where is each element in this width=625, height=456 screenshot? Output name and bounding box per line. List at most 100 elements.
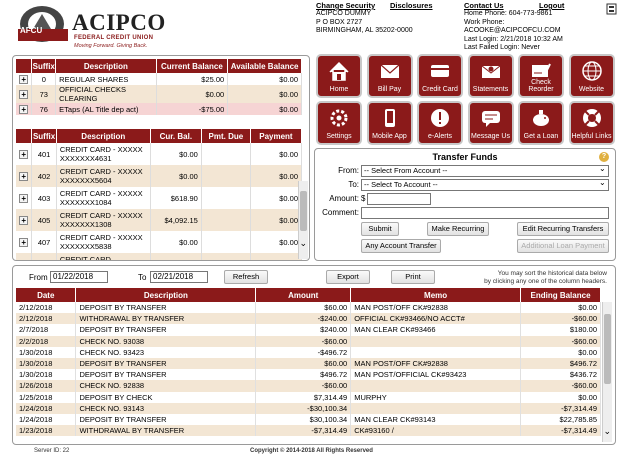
tile-mobile-app[interactable]: Mobile App	[366, 100, 413, 145]
tile-label: Helpful Links	[571, 132, 612, 140]
loan-row[interactable]: +403 CREDIT CARD - XXXXXXXXXXXX1084 $618.9…	[16, 187, 303, 209]
loans-header: Payment	[250, 129, 303, 143]
history-row[interactable]: 1/24/2018 CHECK NO. 93143 -$30,100.34 -$7,3…	[16, 402, 601, 414]
tile-home[interactable]: Home	[316, 54, 362, 98]
share-row[interactable]: +76 ETaps (AL Title dep act) -$75.00 $0.00	[16, 103, 302, 115]
history-date: 1/30/2018	[16, 369, 77, 381]
history-row[interactable]: 2/12/2018 DEPOSIT BY TRANSFER $60.00 MAN PO…	[16, 302, 601, 314]
share-current-balance: $0.00	[156, 85, 229, 103]
loan-balance: $0.00	[150, 231, 202, 253]
server-id: Server ID: 22	[34, 448, 70, 454]
share-row[interactable]: +0 REGULAR SHARES $25.00 $0.00	[16, 73, 302, 85]
history-date: 1/30/2018	[16, 357, 77, 370]
amount-input[interactable]	[367, 193, 431, 205]
to-account-select[interactable]: -- Select To Account --	[361, 179, 609, 191]
history-header-description[interactable]: Description	[75, 288, 257, 302]
loan-row[interactable]: +401 CREDIT CARD - XXXXXXXXXXXX4631 $0.00 $…	[16, 143, 303, 165]
expand-icon[interactable]: +	[19, 149, 29, 159]
expand-icon[interactable]: +	[19, 193, 29, 203]
chevron-down-icon[interactable]: ⌄	[603, 426, 611, 437]
history-scrollbar[interactable]	[602, 302, 612, 442]
alert-icon	[431, 108, 449, 127]
tile-statements[interactable]: Statements	[467, 54, 514, 98]
history-amount: -$496.72	[255, 346, 352, 358]
expand-header	[16, 129, 33, 143]
history-row[interactable]: 2/7/2018 DEPOSIT BY TRANSFER $240.00 MAN CL…	[16, 324, 601, 336]
history-memo: MAN POST/OFF CK#92838	[350, 357, 522, 370]
tile-bill-pay[interactable]: Bill Pay	[366, 54, 413, 98]
logout-link[interactable]: Logout	[539, 1, 564, 10]
loan-description: CREDIT CARD - XXXXXXXXXXXX1308	[56, 209, 151, 231]
history-row[interactable]: 2/2/2018 CHECK NO. 93038 -$60.00 -$60.00	[16, 335, 601, 347]
print-button[interactable]: Print	[391, 270, 435, 284]
copyright: Copyright © 2014-2018 All Rights Reserve…	[250, 448, 373, 454]
to-date-input[interactable]: 02/21/2018	[150, 271, 208, 283]
history-date: 1/30/2018	[16, 346, 77, 358]
expand-icon[interactable]: +	[19, 89, 29, 99]
sort-hint-line2: by clicking any one of the column header…	[484, 278, 607, 285]
history-date: 2/2/2018	[16, 335, 77, 347]
expand-icon[interactable]: +	[19, 74, 29, 84]
edit-recurring-button[interactable]: Edit Recurring Transfers	[517, 222, 609, 236]
loan-row[interactable]: CREDIT CARD	[16, 253, 303, 260]
disclosures-link[interactable]: Disclosures	[390, 1, 433, 10]
make-recurring-button[interactable]: Make Recurring	[427, 222, 489, 236]
comment-input[interactable]	[361, 207, 609, 219]
help-icon[interactable]: ?	[599, 152, 609, 162]
history-date: 2/12/2018	[16, 313, 77, 325]
print-icon[interactable]	[606, 3, 617, 15]
contact-us-link[interactable]: Contact Us	[464, 1, 504, 10]
history-row[interactable]: 1/30/2018 DEPOSIT BY TRANSFER $496.72 MAN P…	[16, 369, 601, 381]
logo-badge: AFCU	[20, 26, 43, 35]
tile-website[interactable]: Website	[568, 54, 615, 98]
history-memo: MAN POST/OFF CK#92838	[350, 302, 522, 314]
history-description: DEPOSIT BY CHECK	[75, 391, 257, 403]
share-description: OFFICIAL CHECKS CLEARING	[55, 85, 157, 103]
expand-icon[interactable]: +	[19, 104, 29, 114]
loan-payment	[250, 253, 303, 260]
loan-description: CREDIT CARD - XXXXXXXXXXXX5838	[56, 231, 151, 253]
loans-header: Pmt. Due	[201, 129, 251, 143]
history-memo	[350, 346, 522, 358]
from-date-input[interactable]: 01/22/2018	[50, 271, 108, 283]
tile-helpful-links[interactable]: Helpful Links	[568, 100, 615, 145]
any-account-transfer-button[interactable]: Any Account Transfer	[361, 239, 441, 253]
history-header-ending-balance[interactable]: Ending Balance	[520, 288, 601, 302]
last-failed-login: Last Failed Login: Never	[464, 44, 540, 52]
history-row[interactable]: 1/30/2018 DEPOSIT BY TRANSFER $60.00 MAN PO…	[16, 357, 601, 370]
loan-row[interactable]: +402 CREDIT CARD - XXXXXXXXXXXX5604 $0.00 $…	[16, 165, 303, 187]
history-header-amount[interactable]: Amount	[255, 288, 352, 302]
work-phone: Work Phone:	[464, 18, 505, 26]
tile-label: Get a Loan	[523, 132, 559, 140]
refresh-button[interactable]: Refresh	[224, 270, 268, 284]
tile-get-a-loan[interactable]: Get a Loan	[518, 100, 564, 145]
history-row[interactable]: 2/12/2018 WITHDRAWAL BY TRANSFER -$240.00 O…	[16, 313, 601, 325]
share-row[interactable]: +73 OFFICIAL CHECKS CLEARING $0.00 $0.00	[16, 85, 302, 103]
loan-row[interactable]: +405 CREDIT CARD - XXXXXXXXXXXX1308 $4,092…	[16, 209, 303, 231]
loan-description: CREDIT CARD - XXXXXXXXXXXX4631	[56, 143, 151, 165]
history-header-memo[interactable]: Memo	[350, 288, 522, 302]
tile-check-reorder[interactable]: Check Reorder	[518, 54, 564, 98]
submit-button[interactable]: Submit	[361, 222, 399, 236]
change-security-link[interactable]: Change Security	[316, 1, 375, 10]
tile-settings[interactable]: Settings	[316, 100, 362, 145]
history-row[interactable]: 1/23/2018 WITHDRAWAL BY TRANSFER -$7,314.4…	[16, 425, 601, 437]
expand-icon[interactable]: +	[19, 215, 29, 225]
expand-icon[interactable]: +	[19, 171, 29, 181]
loan-row[interactable]: +407 CREDIT CARD - XXXXXXXXXXXX5838 $0.00 $…	[16, 231, 303, 253]
history-row[interactable]: 1/25/2018 DEPOSIT BY CHECK $7,314.49 MURPHY…	[16, 391, 601, 403]
history-memo	[350, 380, 522, 392]
history-row[interactable]: 1/30/2018 CHECK NO. 93423 -$496.72 $0.00	[16, 346, 601, 358]
tile-e-alerts[interactable]: e-Alerts	[417, 100, 463, 145]
chevron-down-icon[interactable]: ⌄	[299, 238, 307, 249]
from-account-select[interactable]: -- Select From Account --	[361, 165, 609, 177]
history-header-date[interactable]: Date	[16, 288, 77, 302]
tile-credit-card[interactable]: Credit Card	[417, 54, 463, 98]
tile-message-us[interactable]: Message Us	[467, 100, 514, 145]
expand-icon[interactable]: +	[19, 237, 29, 247]
history-row[interactable]: 1/24/2018 DEPOSIT BY TRANSFER $30,100.34 MA…	[16, 413, 601, 426]
export-button[interactable]: Export	[326, 270, 370, 284]
additional-loan-payment-button[interactable]: Additional Loan Payment	[517, 239, 609, 253]
history-row[interactable]: 1/26/2018 CHECK NO. 92838 -$60.00 -$60.00	[16, 380, 601, 392]
brand-subtitle: FEDERAL CREDIT UNION	[74, 35, 154, 41]
